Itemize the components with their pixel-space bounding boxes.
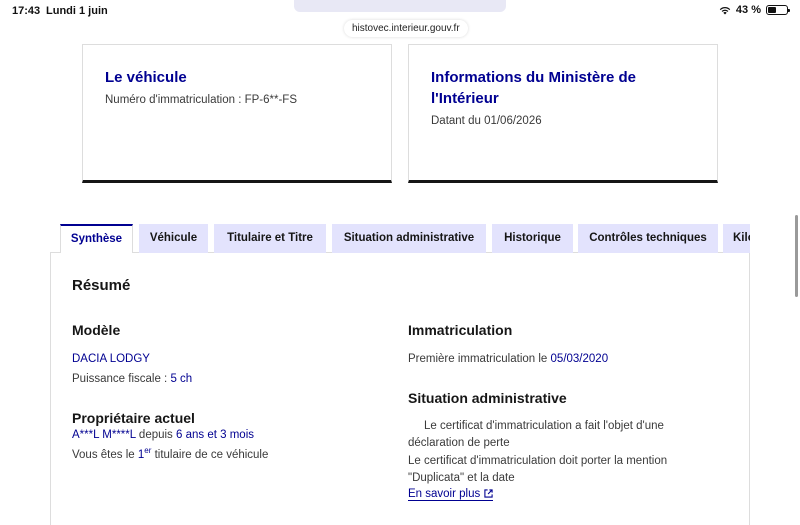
battery-icon [766,5,790,15]
tab-bar: Synthèse Véhicule Titulaire et Titre Sit… [60,224,750,253]
status-date: Lundi 1 juin [46,5,108,17]
owner-since-value: 6 ans et 3 mois [176,429,254,441]
admin-line-4: "Duplicata" et la date [408,472,515,484]
summary-title: Résumé [72,277,131,294]
registration-heading: Immatriculation [408,322,513,338]
tab-controles-techniques[interactable]: Contrôles techniques [578,224,718,253]
fiscal-power-value: 5 ch [170,373,193,385]
owner-rank-prefix: Vous êtes le [72,448,135,461]
tab-panel [50,252,750,525]
data-date: Datant du 01/06/2026 [431,115,542,127]
fiscal-power-label: Puissance fiscale : [72,373,168,385]
tab-synthese[interactable]: Synthèse [60,224,133,253]
registration-number: Numéro d'immatriculation : FP-6**-FS [105,94,297,106]
model-heading: Modèle [72,322,121,338]
ministry-card-title: Informations du Ministère de l'Intérieur [431,69,637,107]
model-name: DACIA LODGY [72,353,150,365]
wifi-icon [719,7,731,15]
battery-percent: 43 % [735,4,761,16]
owner-name: A***L M****L [72,429,136,441]
first-registration-date: 05/03/2020 [550,353,609,365]
external-link-icon [484,489,493,498]
admin-heading: Situation administrative [408,390,567,406]
owner-line: A***L M****L depuis 6 ans et 3 mois [72,429,254,441]
vehicle-card: Le véhicule Numéro d'immatriculation : F… [82,44,392,183]
admin-line-3: Le certificat d'immatriculation doit por… [408,455,668,467]
scrollbar[interactable] [795,215,798,297]
url-bar[interactable]: histovec.interieur.gouv.fr [344,20,468,37]
owner-heading: Propriétaire actuel [72,410,195,426]
learn-more-label[interactable]: En savoir plus [408,488,494,501]
learn-more-link[interactable]: En savoir plus [408,488,494,501]
vehicle-card-title: Le véhicule [105,69,187,86]
owner-since-label: depuis [138,429,173,441]
first-registration: Première immatriculation le 05/03/2020 [408,353,608,365]
ministry-card: Informations du Ministère de l'Intérieur… [408,44,718,183]
owner-rank-suffix: titulaire de ce véhicule [154,448,269,461]
tab-vehicule[interactable]: Véhicule [139,224,208,253]
owner-rank-number: 1er [137,446,152,461]
status-time: 17:43 [12,5,41,17]
tab-titulaire[interactable]: Titulaire et Titre [214,224,326,253]
first-registration-label: Première immatriculation le [408,353,548,365]
tab-situation-administrative[interactable]: Situation administrative [332,224,486,253]
tab-historique[interactable]: Historique [492,224,573,253]
admin-line-1: Le certificat d'immatriculation a fait l… [424,420,664,432]
tab-kilometrage[interactable]: Kilo [723,224,750,253]
status-indicators: 43 % [719,4,790,16]
browser-toolbar [294,0,506,12]
fiscal-power: Puissance fiscale : 5 ch [72,373,192,385]
admin-line-2: déclaration de perte [408,437,510,449]
owner-rank: Vous êtes le 1er titulaire de ce véhicul… [72,446,268,461]
